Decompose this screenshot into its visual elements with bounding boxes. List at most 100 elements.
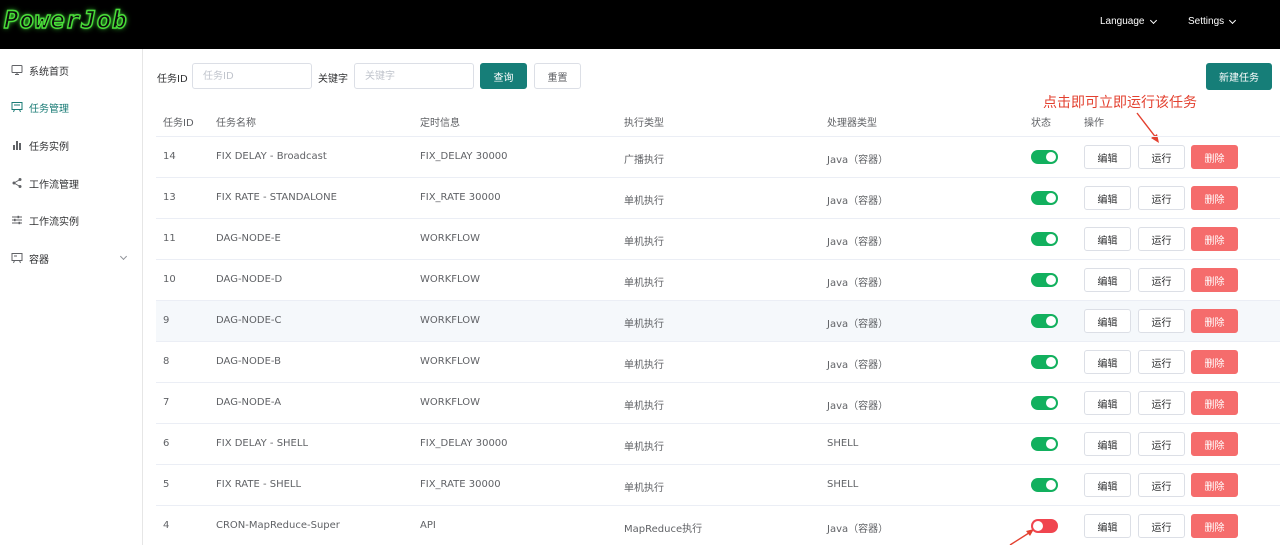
status-toggle[interactable] <box>1031 232 1058 246</box>
toggle-knob <box>1046 193 1056 203</box>
run-button[interactable]: 运行 <box>1138 514 1185 538</box>
presentation-icon <box>11 252 23 264</box>
status-toggle[interactable] <box>1031 396 1058 410</box>
task-board-icon <box>11 101 23 113</box>
edit-button[interactable]: 编辑 <box>1084 268 1131 292</box>
table-row[interactable]: 5 FIX RATE - SHELL FIX_RATE 30000 单机执行 SHELL… <box>156 465 1280 506</box>
bar-chart-icon <box>11 139 23 151</box>
status-toggle[interactable] <box>1031 519 1058 533</box>
schedule-cell: WORKFLOW <box>420 274 480 285</box>
task-name-cell: DAG-NODE-D <box>216 274 283 285</box>
toggle-knob <box>1046 275 1056 285</box>
delete-button[interactable]: 删除 <box>1191 432 1238 456</box>
exec-type-cell: 单机执行 <box>624 196 664 207</box>
table-row[interactable]: 9 DAG-NODE-C WORKFLOW 单机执行 Java（容器） 编辑 运行 删除 <box>156 301 1280 342</box>
run-button[interactable]: 运行 <box>1138 186 1185 210</box>
language-label: Language <box>1100 16 1145 27</box>
edit-button[interactable]: 编辑 <box>1084 350 1131 374</box>
status-toggle[interactable] <box>1031 191 1058 205</box>
delete-button[interactable]: 删除 <box>1191 186 1238 210</box>
status-toggle[interactable] <box>1031 150 1058 164</box>
delete-button[interactable]: 删除 <box>1191 473 1238 497</box>
column-header: 定时信息 <box>420 118 460 129</box>
toggle-knob <box>1033 521 1043 531</box>
edit-button[interactable]: 编辑 <box>1084 186 1131 210</box>
schedule-cell: FIX_DELAY 30000 <box>420 151 508 162</box>
edit-button[interactable]: 编辑 <box>1084 391 1131 415</box>
delete-button[interactable]: 删除 <box>1191 514 1238 538</box>
sidebar-item-label: 容器 <box>29 254 49 266</box>
exec-type-cell: 单机执行 <box>624 401 664 412</box>
task-name-cell: DAG-NODE-B <box>216 356 282 367</box>
table-row[interactable]: 6 FIX DELAY - SHELL FIX_DELAY 30000 单机执行 SHE… <box>156 424 1280 465</box>
sidebar-item-task-instances[interactable]: 任务实例 <box>0 128 142 162</box>
run-button[interactable]: 运行 <box>1138 432 1185 456</box>
language-menu[interactable]: Language <box>1100 16 1157 27</box>
table-row[interactable]: 4 CRON-MapReduce-Super API MapReduce执行 Java（… <box>156 506 1280 545</box>
delete-button[interactable]: 删除 <box>1191 309 1238 333</box>
schedule-cell: FIX_RATE 30000 <box>420 192 501 203</box>
column-header: 操作 <box>1084 118 1104 129</box>
table-row[interactable]: 7 DAG-NODE-A WORKFLOW 单机执行 Java（容器） 编辑 运行 删除 <box>156 383 1280 424</box>
task-id-input[interactable] <box>192 63 312 89</box>
edit-button[interactable]: 编辑 <box>1084 145 1131 169</box>
query-button[interactable]: 查询 <box>480 63 527 89</box>
settings-label: Settings <box>1188 16 1225 27</box>
exec-type-cell: 单机执行 <box>624 319 664 330</box>
sidebar-item-label: 工作流管理 <box>29 179 79 191</box>
status-toggle[interactable] <box>1031 273 1058 287</box>
sidebar-item-workflow-management[interactable]: 工作流管理 <box>0 166 142 200</box>
exec-type-cell: 单机执行 <box>624 442 664 453</box>
delete-button[interactable]: 删除 <box>1191 227 1238 251</box>
edit-button[interactable]: 编辑 <box>1084 309 1131 333</box>
sidebar-item-task-management[interactable]: 任务管理 <box>0 90 142 124</box>
delete-button[interactable]: 删除 <box>1191 350 1238 374</box>
sidebar-item-container[interactable]: 容器 <box>0 241 142 275</box>
table-row[interactable]: 14 FIX DELAY - Broadcast FIX_DELAY 30000 广播… <box>156 137 1280 178</box>
edit-button[interactable]: 编辑 <box>1084 514 1131 538</box>
run-button[interactable]: 运行 <box>1138 473 1185 497</box>
table-row[interactable]: 10 DAG-NODE-D WORKFLOW 单机执行 Java（容器） 编辑 运行 删除 <box>156 260 1280 301</box>
processor-type-cell: Java（容器） <box>827 237 889 248</box>
run-button[interactable]: 运行 <box>1138 350 1185 374</box>
status-toggle[interactable] <box>1031 437 1058 451</box>
delete-button[interactable]: 删除 <box>1191 391 1238 415</box>
edit-button[interactable]: 编辑 <box>1084 473 1131 497</box>
status-toggle[interactable] <box>1031 355 1058 369</box>
task-name-cell: FIX DELAY - Broadcast <box>216 151 327 162</box>
reset-button[interactable]: 重置 <box>534 63 581 89</box>
task-id-cell: 11 <box>163 233 176 244</box>
table-row[interactable]: 13 FIX RATE - STANDALONE FIX_RATE 30000 单机执… <box>156 178 1280 219</box>
column-header: 任务名称 <box>216 118 256 129</box>
status-toggle[interactable] <box>1031 314 1058 328</box>
task-id-cell: 8 <box>163 356 170 367</box>
toggle-knob <box>1046 439 1056 449</box>
run-button[interactable]: 运行 <box>1138 309 1185 333</box>
run-button[interactable]: 运行 <box>1138 227 1185 251</box>
edit-button[interactable]: 编辑 <box>1084 432 1131 456</box>
table-row[interactable]: 8 DAG-NODE-B WORKFLOW 单机执行 Java（容器） 编辑 运行 删除 <box>156 342 1280 383</box>
toggle-knob <box>1046 152 1056 162</box>
sidebar-item-workflow-instances[interactable]: 工作流实例 <box>0 203 142 237</box>
run-button[interactable]: 运行 <box>1138 145 1185 169</box>
processor-type-cell: Java（容器） <box>827 360 889 371</box>
top-header: PowerJob Language Settings <box>0 0 1280 49</box>
app-logo[interactable]: PowerJob <box>3 5 128 34</box>
delete-button[interactable]: 删除 <box>1191 268 1238 292</box>
processor-type-cell: Java（容器） <box>827 278 889 289</box>
sidebar-item-home[interactable]: 系统首页 <box>0 53 142 87</box>
task-id-label: 任务ID <box>157 74 188 85</box>
toggle-knob <box>1046 316 1056 326</box>
edit-button[interactable]: 编辑 <box>1084 227 1131 251</box>
exec-type-cell: 单机执行 <box>624 278 664 289</box>
delete-button[interactable]: 删除 <box>1191 145 1238 169</box>
run-button[interactable]: 运行 <box>1138 391 1185 415</box>
sidebar-item-label: 工作流实例 <box>29 216 79 228</box>
keyword-input[interactable] <box>354 63 474 89</box>
status-toggle[interactable] <box>1031 478 1058 492</box>
sidebar-item-label: 任务实例 <box>29 141 69 153</box>
run-button[interactable]: 运行 <box>1138 268 1185 292</box>
settings-menu[interactable]: Settings <box>1188 16 1237 27</box>
new-task-button[interactable]: 新建任务 <box>1206 63 1272 90</box>
table-row[interactable]: 11 DAG-NODE-E WORKFLOW 单机执行 Java（容器） 编辑 运行 删除 <box>156 219 1280 260</box>
